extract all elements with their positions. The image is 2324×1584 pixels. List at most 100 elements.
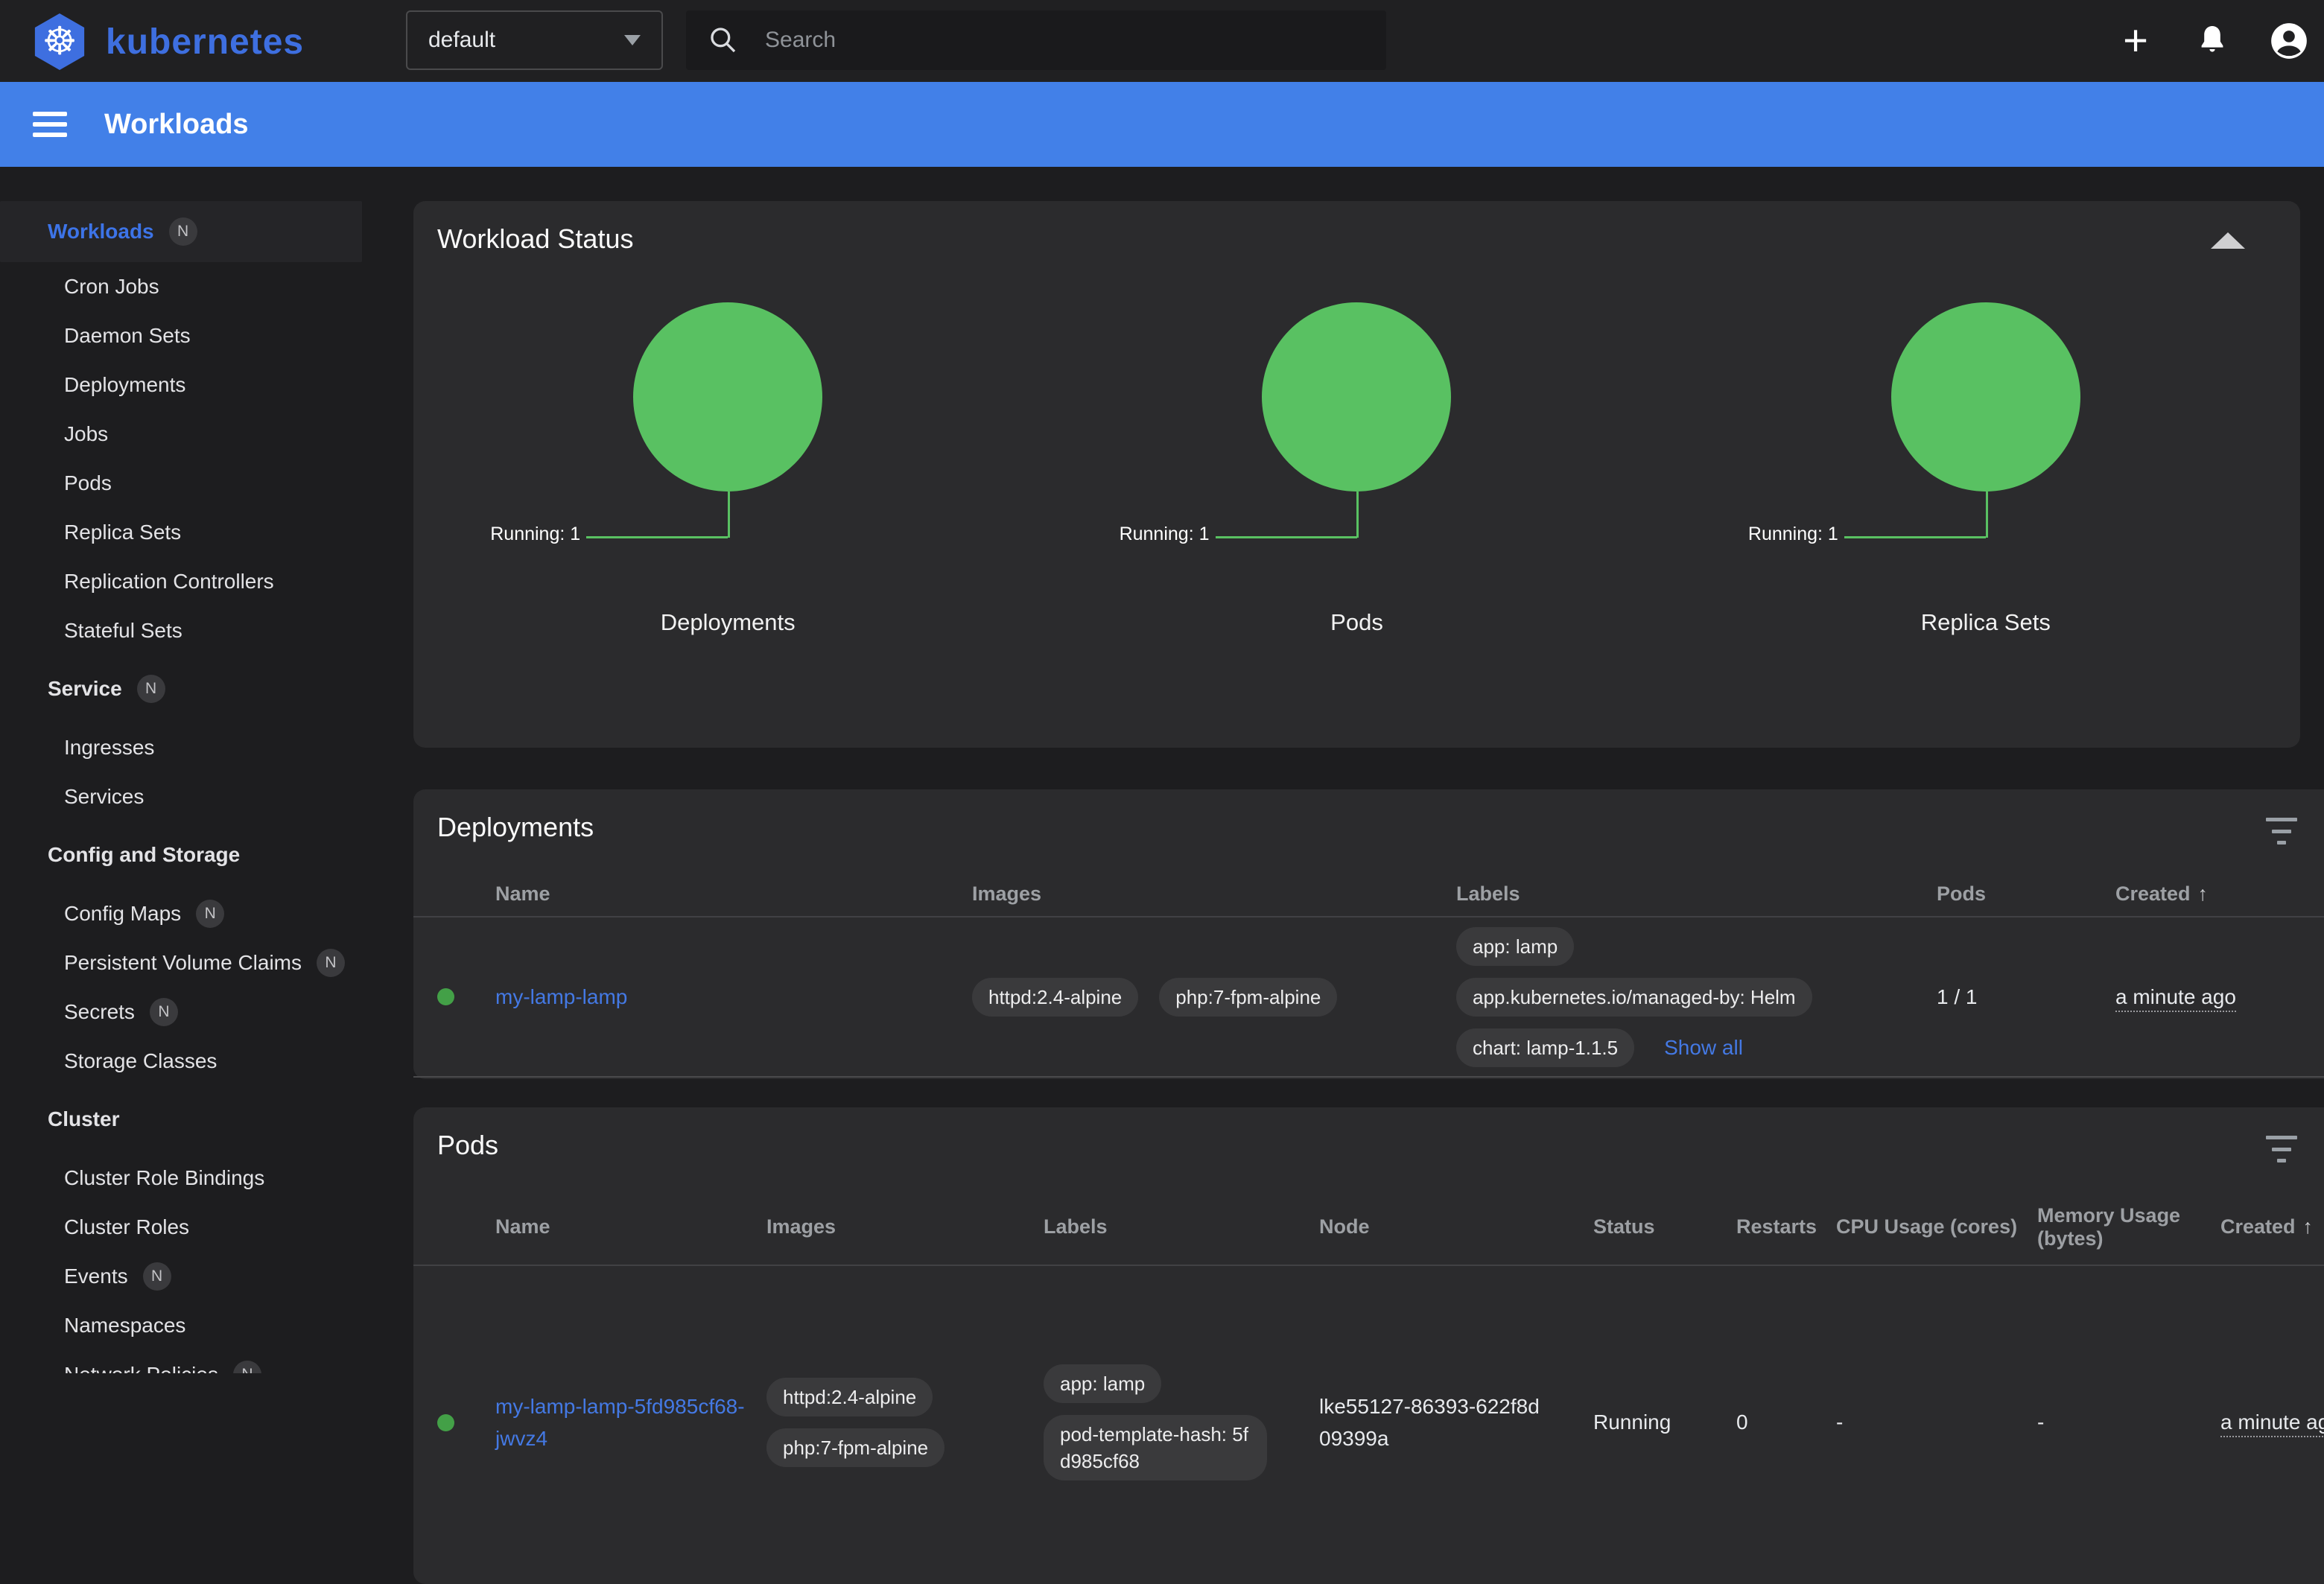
- image-chip: httpd:2.4-alpine: [766, 1378, 933, 1416]
- pie-running-slice: [633, 302, 822, 492]
- col-name[interactable]: Name: [495, 882, 972, 906]
- sidebar-item-jobs[interactable]: Jobs: [0, 410, 387, 459]
- sidebar-item-storage-classes[interactable]: Storage Classes: [0, 1037, 387, 1086]
- pod-restarts: 0: [1736, 1410, 1836, 1434]
- sidebar-item-cluster-roles[interactable]: Cluster Roles: [0, 1203, 387, 1252]
- col-memory-usage[interactable]: Memory Usage (bytes): [2037, 1204, 2220, 1250]
- page-title: Workloads: [104, 109, 249, 141]
- created-relative-time: a minute ago: [2220, 1410, 2324, 1437]
- new-badge: N: [317, 949, 345, 977]
- col-restarts[interactable]: Restarts: [1736, 1215, 1836, 1238]
- pod-memory-usage: -: [2037, 1410, 2220, 1434]
- col-created-sorted[interactable]: Created↑: [2115, 882, 2324, 906]
- pie-annotation: Running: 1: [1748, 524, 1838, 545]
- replica-sets-pie-chart: Running: 1 Replica Sets: [1671, 296, 2300, 713]
- sort-ascending-icon: ↑: [2198, 882, 2209, 905]
- sidebar-item-replication-controllers[interactable]: Replication Controllers: [0, 557, 387, 606]
- sidebar-item-events[interactable]: Events N: [0, 1252, 387, 1301]
- chart-title: Pods: [1042, 609, 1671, 636]
- sidebar-item-network-policies[interactable]: Network Policies N: [0, 1350, 387, 1373]
- sidebar-item-ingresses[interactable]: Ingresses: [0, 723, 387, 772]
- workload-status-title: Workload Status: [437, 223, 633, 255]
- plus-icon: +: [2123, 19, 2148, 63]
- filter-list-icon[interactable]: [2265, 818, 2298, 845]
- sidebar-item-workloads[interactable]: Workloads N: [0, 201, 362, 262]
- sidebar-item-replica-sets[interactable]: Replica Sets: [0, 508, 387, 557]
- label-chip: app.kubernetes.io/managed-by: Helm: [1456, 978, 1812, 1017]
- search-bar: [686, 10, 1386, 70]
- sidebar-item-daemon-sets[interactable]: Daemon Sets: [0, 311, 387, 360]
- image-chip: httpd:2.4-alpine: [972, 978, 1138, 1017]
- sidebar-item-deployments[interactable]: Deployments: [0, 360, 387, 410]
- col-labels[interactable]: Labels: [1044, 1215, 1319, 1238]
- sidebar-item-cron-jobs[interactable]: Cron Jobs: [0, 262, 387, 311]
- sidebar-item-cluster-role-bindings[interactable]: Cluster Role Bindings: [0, 1154, 387, 1203]
- account-circle-icon: [2270, 22, 2308, 60]
- col-created-sorted[interactable]: Created↑: [2220, 1215, 2324, 1238]
- kubernetes-wheel-icon: ☸: [33, 13, 86, 70]
- pods-table-header: Name Images Labels Node Status Restarts …: [413, 1189, 2324, 1266]
- col-status[interactable]: Status: [1593, 1215, 1736, 1238]
- created-relative-time: a minute ago: [2115, 985, 2236, 1012]
- pie-running-slice: [1262, 302, 1451, 492]
- label-chip: app: lamp: [1456, 927, 1574, 966]
- deployments-pie-chart: Running: 1 Deployments: [413, 296, 1042, 713]
- pod-node: lke55127-86393-622f8d09399a: [1319, 1390, 1565, 1455]
- app-bar: Workloads: [0, 82, 2324, 167]
- sidebar-item-pods[interactable]: Pods: [0, 459, 387, 508]
- pod-cpu-usage: -: [1836, 1410, 2037, 1434]
- filter-list-icon[interactable]: [2265, 1136, 2298, 1162]
- notifications-button[interactable]: [2179, 0, 2246, 82]
- chevron-down-icon: [624, 35, 641, 45]
- deployment-name-link[interactable]: my-lamp-lamp: [495, 985, 627, 1008]
- image-chip: php:7-fpm-alpine: [766, 1428, 944, 1467]
- sidebar-group-cluster: Cluster: [0, 1095, 387, 1144]
- pie-annotation: Running: 1: [490, 524, 580, 545]
- deployments-table-header: Name Images Labels Pods Created↑: [413, 871, 2324, 917]
- col-name[interactable]: Name: [495, 1215, 766, 1238]
- bell-icon: [2194, 23, 2230, 59]
- add-resource-button[interactable]: +: [2102, 0, 2169, 82]
- top-bar: ☸ kubernetes default +: [0, 0, 2324, 82]
- sidebar-item-secrets[interactable]: Secrets N: [0, 987, 387, 1037]
- deployments-title: Deployments: [437, 812, 594, 843]
- label-chip: pod-template-hash: 5fd985cf68: [1044, 1415, 1267, 1480]
- pod-row: my-lamp-lamp-5fd985cf68-jwvz4 httpd:2.4-…: [413, 1266, 2324, 1579]
- sidebar-item-namespaces[interactable]: Namespaces: [0, 1301, 387, 1350]
- new-badge: N: [169, 217, 197, 246]
- sidebar-group-service: Service N: [0, 664, 387, 713]
- col-images[interactable]: Images: [972, 882, 1456, 906]
- menu-icon[interactable]: [33, 112, 67, 137]
- pods-pie-chart: Running: 1 Pods: [1042, 296, 1671, 713]
- pods-ready-count: 1 / 1: [1937, 985, 2115, 1009]
- col-node[interactable]: Node: [1319, 1215, 1593, 1238]
- show-all-labels-link[interactable]: Show all: [1664, 1036, 1743, 1060]
- image-chip: php:7-fpm-alpine: [1159, 978, 1337, 1017]
- col-cpu-usage[interactable]: CPU Usage (cores): [1836, 1215, 2037, 1238]
- col-images[interactable]: Images: [766, 1215, 1044, 1238]
- workload-status-card: Workload Status Running: 1 Deployments R…: [413, 201, 2300, 748]
- col-labels[interactable]: Labels: [1456, 882, 1937, 906]
- pod-status: Running: [1593, 1410, 1736, 1434]
- collapse-card-icon[interactable]: [2211, 232, 2245, 249]
- workload-status-charts: Running: 1 Deployments Running: 1 Pods R…: [413, 296, 2300, 713]
- pods-title: Pods: [437, 1130, 498, 1161]
- search-icon: [707, 24, 740, 57]
- sidebar-item-services[interactable]: Services: [0, 772, 387, 821]
- search-input[interactable]: [765, 28, 1331, 53]
- sidebar-item-config-maps[interactable]: Config Maps N: [0, 889, 387, 938]
- label-chip: app: lamp: [1044, 1364, 1161, 1403]
- col-pods[interactable]: Pods: [1937, 882, 2115, 906]
- namespace-selected-value: default: [428, 28, 624, 53]
- account-menu-button[interactable]: [2255, 0, 2323, 82]
- deployments-card: Deployments Name Images Labels Pods Crea…: [413, 789, 2324, 1079]
- brand-name: kubernetes: [106, 22, 304, 63]
- new-badge: N: [150, 998, 178, 1026]
- sidebar-item-persistent-volume-claims[interactable]: Persistent Volume Claims N: [0, 938, 387, 987]
- sidebar-item-stateful-sets[interactable]: Stateful Sets: [0, 606, 387, 655]
- new-badge: N: [196, 900, 224, 928]
- status-ok-icon: [437, 1414, 454, 1431]
- namespace-selector[interactable]: default: [406, 10, 663, 70]
- pods-card: Pods Name Images Labels Node Status Rest…: [413, 1107, 2324, 1584]
- pod-name-link[interactable]: my-lamp-lamp-5fd985cf68-jwvz4: [495, 1390, 749, 1455]
